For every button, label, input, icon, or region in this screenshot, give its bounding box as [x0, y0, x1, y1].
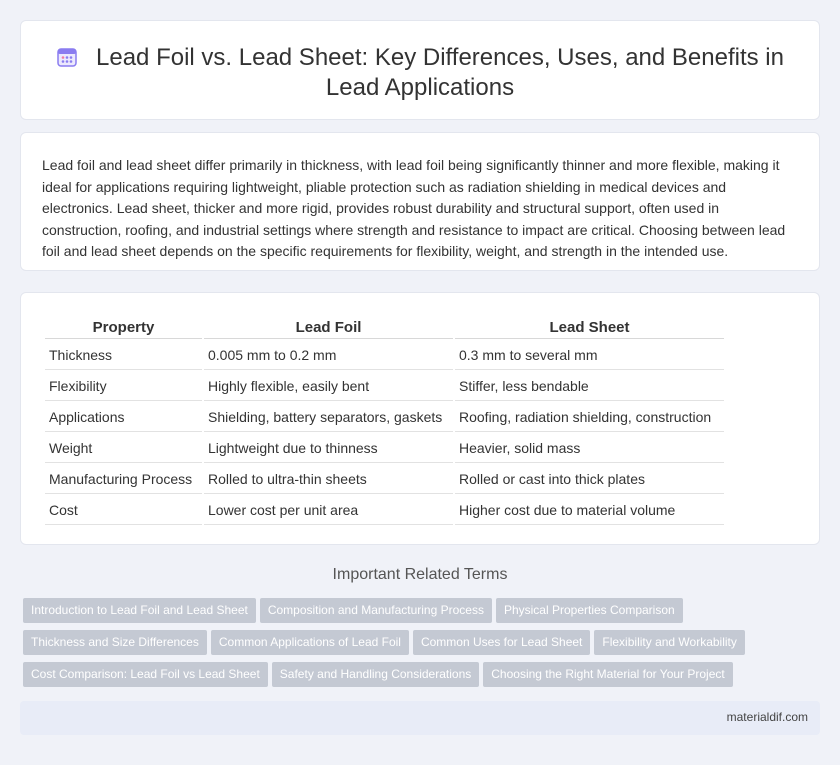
related-term-tag[interactable]: Common Uses for Lead Sheet: [412, 630, 591, 655]
table-cell: Stiffer, less bendable: [455, 372, 724, 401]
tag-row: Cost Comparison: Lead Foil vs Lead Sheet…: [23, 662, 823, 694]
table-cell: Lightweight due to thinness: [204, 434, 453, 463]
table-cell: 0.005 mm to 0.2 mm: [204, 341, 453, 370]
related-term-tag[interactable]: Composition and Manufacturing Process: [259, 598, 492, 623]
page-title-text: Lead Foil vs. Lead Sheet: Key Difference…: [96, 44, 784, 101]
related-term-tag[interactable]: Thickness and Size Differences: [23, 630, 207, 655]
table-row: Weight Lightweight due to thinness Heavi…: [45, 434, 724, 463]
page-title: Lead Foil vs. Lead Sheet: Key Difference…: [21, 43, 819, 103]
summary-text: Lead foil and lead sheet differ primaril…: [42, 157, 786, 259]
header-lead-sheet: Lead Sheet: [455, 317, 724, 339]
table-cell: Rolled or cast into thick plates: [455, 465, 724, 494]
table-cell: Weight: [45, 434, 202, 463]
table-cell: Applications: [45, 403, 202, 432]
table-row: Manufacturing Process Rolled to ultra-th…: [45, 465, 724, 494]
table-row: Thickness 0.005 mm to 0.2 mm 0.3 mm to s…: [45, 341, 724, 370]
table-cell: Highly flexible, easily bent: [204, 372, 453, 401]
table-cell: Shielding, battery separators, gaskets: [204, 403, 453, 432]
related-term-tag[interactable]: Introduction to Lead Foil and Lead Sheet: [23, 598, 256, 623]
related-term-tag[interactable]: Choosing the Right Material for Your Pro…: [483, 662, 733, 687]
calendar-icon: [57, 48, 77, 67]
tag-row: Thickness and Size Differences Common App…: [23, 630, 823, 662]
related-terms-title: Important Related Terms: [332, 566, 508, 583]
table-cell: Higher cost due to material volume: [455, 496, 724, 525]
summary-card: Lead foil and lead sheet differ primaril…: [20, 132, 820, 271]
header-card: Lead Foil vs. Lead Sheet: Key Difference…: [20, 20, 820, 120]
related-term-tag[interactable]: Cost Comparison: Lead Foil vs Lead Sheet: [23, 662, 268, 687]
table-cell: Manufacturing Process: [45, 465, 202, 494]
comparison-table: Property Lead Foil Lead Sheet Thickness …: [43, 315, 726, 527]
table-cell: Cost: [45, 496, 202, 525]
table-cell: Rolled to ultra-thin sheets: [204, 465, 453, 494]
table-row: Applications Shielding, battery separato…: [45, 403, 724, 432]
tag-row: Introduction to Lead Foil and Lead Sheet…: [23, 598, 823, 630]
related-term-tag[interactable]: Safety and Handling Considerations: [271, 662, 480, 687]
table-cell: Heavier, solid mass: [455, 434, 724, 463]
header-lead-foil: Lead Foil: [204, 317, 453, 339]
related-term-tag[interactable]: Common Applications of Lead Foil: [210, 630, 409, 655]
table-cell: 0.3 mm to several mm: [455, 341, 724, 370]
table-cell: Lower cost per unit area: [204, 496, 453, 525]
related-terms-tags: Introduction to Lead Foil and Lead Sheet…: [23, 598, 823, 694]
related-term-tag[interactable]: Physical Properties Comparison: [495, 598, 683, 623]
table-header-row: Property Lead Foil Lead Sheet: [45, 317, 724, 339]
table-row: Cost Lower cost per unit area Higher cos…: [45, 496, 724, 525]
footer-site-link[interactable]: materialdif.com: [727, 710, 808, 724]
footer: materialdif.com: [20, 701, 820, 735]
comparison-card: Property Lead Foil Lead Sheet Thickness …: [20, 292, 820, 545]
table-cell: Thickness: [45, 341, 202, 370]
header-property: Property: [45, 317, 202, 339]
table-cell: Roofing, radiation shielding, constructi…: [455, 403, 724, 432]
table-row: Flexibility Highly flexible, easily bent…: [45, 372, 724, 401]
related-term-tag[interactable]: Flexibility and Workability: [594, 630, 745, 655]
table-cell: Flexibility: [45, 372, 202, 401]
